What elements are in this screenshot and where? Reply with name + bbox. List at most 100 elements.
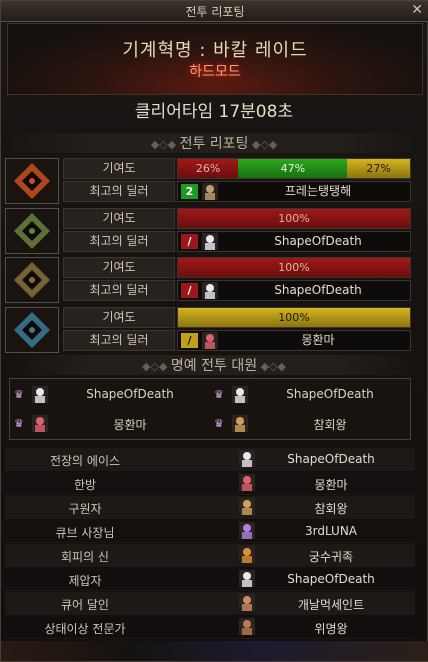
honor-section-header: ◆◇◆ 명예 전투 대원 ◆◇◆	[7, 355, 421, 375]
award-category: 큐어 달인	[61, 598, 109, 612]
contribution-label: 기여도	[63, 208, 175, 229]
award-category: 회피의 신	[61, 550, 109, 564]
award-player-name: ShapeOfDeath	[287, 572, 375, 586]
member-name: ShapeOfDeath	[86, 387, 174, 401]
battle-report-section-header: ◆◇◆ 전투 리포팅 ◆◇◆	[7, 133, 421, 153]
award-row: 전장의 에이스 ShapeOfDeath	[5, 448, 415, 471]
boss-portrait-icon	[5, 208, 59, 254]
award-player-name: 몽환마	[314, 478, 348, 492]
member-avatar-icon	[32, 415, 48, 432]
best-dealer-field: / ShapeOfDeath	[177, 280, 411, 301]
ornament-icon: ◆◇◆	[257, 360, 286, 373]
award-avatar-icon	[239, 594, 255, 611]
award-avatar-icon	[239, 618, 255, 635]
contribution-segment: 27%	[347, 159, 410, 178]
party-badge: /	[181, 234, 198, 249]
contribution-bar: 26% 47% 27%	[177, 158, 411, 179]
contribution-bar: 100%	[177, 257, 411, 278]
honor-member[interactable]: ♛ 몽환마	[10, 412, 206, 436]
difficulty-mode: 하드모드	[189, 64, 241, 80]
dealer-avatar-icon	[202, 183, 218, 200]
dealer-name: 몽환마	[301, 333, 335, 347]
award-avatar-icon	[239, 546, 255, 563]
award-category: 구원자	[68, 502, 102, 516]
best-dealer-field: 2 프레는탱탱해	[177, 181, 411, 202]
contribution-segment: 100%	[178, 209, 410, 228]
dealer-avatar-icon	[202, 332, 218, 349]
contribution-label: 기여도	[63, 257, 175, 278]
award-avatar-icon	[239, 498, 255, 515]
phase-row: 기여도 최고의 딜러 100% / ShapeOfDeath	[5, 208, 411, 254]
member-name: 참회왕	[313, 418, 347, 432]
ornament-icon: ◆◇◆	[150, 138, 180, 151]
dealer-name: ShapeOfDeath	[274, 283, 362, 297]
dealer-name: 프레는탱탱해	[284, 184, 352, 198]
title-bar: 전투 리포팅 ✕	[1, 1, 428, 22]
award-category: 상태이상 전문가	[44, 622, 126, 636]
background-decoration	[1, 641, 428, 661]
award-avatar-icon	[239, 570, 255, 587]
crown-icon: ♛	[14, 417, 24, 430]
party-badge: /	[181, 283, 198, 298]
crown-icon: ♛	[214, 417, 224, 430]
contribution-label: 기여도	[63, 307, 175, 328]
award-avatar-icon	[239, 450, 255, 467]
award-row: 구원자 참회왕	[5, 496, 415, 519]
award-avatar-icon	[239, 474, 255, 491]
raid-name: 기계혁명 : 바칼 레이드	[122, 40, 308, 61]
ornament-icon: ◆◇◆	[142, 360, 171, 373]
contribution-bar: 100%	[177, 208, 411, 229]
close-icon[interactable]: ✕	[411, 2, 423, 18]
award-player-name: 궁수귀족	[308, 550, 354, 564]
best-dealer-label: 최고의 딜러	[63, 280, 175, 301]
best-dealer-label: 최고의 딜러	[63, 231, 175, 252]
best-dealer-label: 최고의 딜러	[63, 181, 175, 202]
phase-row: 기여도 최고의 딜러 26% 47% 27% 2 프레는탱탱해	[5, 158, 411, 204]
award-row: 한방 몽환마	[5, 472, 415, 495]
dealer-avatar-icon	[202, 282, 218, 299]
contribution-segment: 100%	[178, 308, 410, 327]
award-player-name: 개날먹세인트	[297, 598, 365, 612]
best-dealer-label: 최고의 딜러	[63, 330, 175, 351]
dealer-avatar-icon	[202, 233, 218, 250]
party-badge: 2	[181, 184, 198, 199]
award-category: 전장의 에이스	[49, 454, 121, 468]
honor-section-title: 명예 전투 대원	[170, 358, 258, 374]
raid-header: 기계혁명 : 바칼 레이드 하드모드	[7, 23, 423, 95]
best-dealer-field: / 몽환마	[177, 330, 411, 351]
dealer-name: ShapeOfDeath	[274, 234, 362, 248]
boss-portrait-icon	[5, 257, 59, 303]
member-name: ShapeOfDeath	[286, 387, 374, 401]
phase-row: 기여도 최고의 딜러 100% / 몽환마	[5, 307, 411, 353]
battle-report-section-title: 전투 리포팅	[179, 136, 249, 152]
contribution-segment: 100%	[178, 258, 410, 277]
honor-member[interactable]: ♛ 참회왕	[210, 412, 406, 436]
award-category: 큐브 사장님	[55, 526, 115, 540]
award-player-name: 참회왕	[314, 502, 348, 516]
phase-row: 기여도 최고의 딜러 100% / ShapeOfDeath	[5, 257, 411, 303]
award-avatar-icon	[239, 522, 255, 539]
best-dealer-field: / ShapeOfDeath	[177, 231, 411, 252]
honor-member[interactable]: ♛ ShapeOfDeath	[210, 383, 406, 407]
honor-member[interactable]: ♛ ShapeOfDeath	[10, 383, 206, 407]
award-player-name: 3rdLUNA	[304, 524, 358, 538]
contribution-segment: 47%	[238, 159, 348, 178]
award-category: 한방	[73, 478, 97, 492]
crown-icon: ♛	[214, 388, 224, 401]
award-category: 제압자	[68, 574, 102, 588]
award-row: 제압자 ShapeOfDeath	[5, 568, 415, 591]
contribution-bar: 100%	[177, 307, 411, 328]
ornament-icon: ◆◇◆	[248, 138, 278, 151]
contribution-label: 기여도	[63, 158, 175, 179]
award-row: 큐브 사장님 3rdLUNA	[5, 520, 415, 543]
window-title: 전투 리포팅	[185, 5, 245, 19]
crown-icon: ♛	[14, 388, 24, 401]
award-row: 상태이상 전문가 위명왕	[5, 616, 415, 639]
member-avatar-icon	[232, 386, 248, 403]
clear-time: 클리어타임 17분08초	[134, 102, 294, 122]
award-row: 회피의 신 궁수귀족	[5, 544, 415, 567]
contribution-segment: 26%	[178, 159, 239, 178]
honor-members-panel: ♛ ShapeOfDeath ♛ ShapeOfDeath ♛ 몽환마 ♛ 참회왕	[9, 378, 411, 440]
member-name: 몽환마	[113, 418, 147, 432]
member-avatar-icon	[32, 386, 48, 403]
